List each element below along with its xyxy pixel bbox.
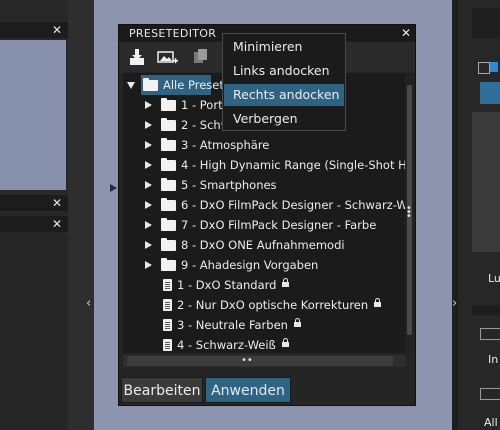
collapse-right-icon[interactable]: › [452, 296, 457, 311]
tree-preset-label: 2 - Nur DxO optische Korrekturen [177, 298, 369, 312]
horizontal-scroll-thumb[interactable] [127, 356, 393, 366]
folder-icon [161, 118, 176, 131]
new-preset-icon[interactable] [157, 49, 179, 67]
tree-preset-label: 3 - Neutrale Farben [177, 318, 288, 332]
tree-folder-row[interactable]: 8 - DxO ONE Aufnahmemodi [123, 235, 405, 255]
import-icon[interactable] [129, 48, 145, 66]
cursor-marker-icon [110, 184, 117, 192]
context-menu-item[interactable]: Verbergen [224, 108, 344, 130]
tree-folder-row[interactable]: 3 - Atmosphäre [123, 135, 405, 155]
tree-folder-row[interactable]: 4 - High Dynamic Range (Single-Shot HD [123, 155, 405, 175]
preset-file-icon [163, 339, 172, 351]
duplicate-icon[interactable] [193, 48, 209, 66]
color-swatch [490, 62, 498, 72]
expand-right-icon[interactable] [145, 241, 152, 249]
expand-right-icon[interactable] [145, 181, 152, 189]
close-icon[interactable]: ✕ [52, 22, 62, 38]
dialog-title: PRESETEDITOR [129, 27, 217, 40]
lock-icon [281, 338, 289, 347]
tree-folder-label: 7 - DxO FilmPack Designer - Farbe [181, 218, 377, 232]
right-label-lu: Lu [488, 272, 500, 285]
folder-icon [143, 78, 158, 91]
tree-folder-row[interactable]: 9 - Ahadesign Vorgaben [123, 255, 405, 275]
preset-file-icon [163, 319, 172, 331]
left-collapse-strip: ‹ [68, 0, 94, 430]
dock-context-menu: Minimieren Links andocken Rechts andocken V… [222, 33, 346, 131]
toggle-switch[interactable] [480, 328, 500, 340]
tree-preset-row[interactable]: 3 - Neutrale Farben [123, 315, 405, 335]
horizontal-grip-icon[interactable]: •• [241, 356, 253, 366]
expand-right-icon[interactable] [145, 161, 152, 169]
tree-folder-label: 4 - High Dynamic Range (Single-Shot HD [181, 158, 405, 172]
folder-icon [161, 238, 176, 251]
collapse-left-icon[interactable]: ‹ [86, 296, 91, 311]
folder-icon [161, 198, 176, 211]
tree-preset-row[interactable]: 4 - Schwarz-Weiß [123, 335, 405, 353]
expand-right-icon[interactable] [145, 121, 152, 129]
tree-folder-label: 3 - Atmosphäre [181, 138, 270, 152]
expand-right-icon[interactable] [145, 201, 152, 209]
folder-icon [161, 158, 176, 171]
expand-right-icon[interactable] [145, 141, 152, 149]
lock-icon [282, 278, 290, 287]
checkbox[interactable] [478, 62, 490, 74]
close-icon[interactable]: ✕ [52, 216, 62, 232]
lock-icon [374, 298, 382, 307]
folder-icon [161, 258, 176, 271]
left-panel: ✕ ✕ ✕ [0, 0, 68, 430]
expand-right-icon[interactable] [145, 101, 152, 109]
tree-folder-row[interactable]: 6 - DxO FilmPack Designer - Schwarz-Wei [123, 195, 405, 215]
preset-file-icon [163, 299, 172, 311]
blue-button[interactable] [480, 82, 500, 104]
right-panel-header [472, 8, 500, 38]
context-menu-item[interactable]: Links andocken [224, 60, 344, 82]
left-panel-bar-1: ✕ [0, 195, 68, 211]
left-panel-body [0, 236, 68, 430]
right-panel-preview [472, 112, 500, 252]
close-icon[interactable]: ✕ [52, 195, 62, 211]
tree-folder-label: 8 - DxO ONE Aufnahmemodi [181, 238, 345, 252]
right-label-all: All [484, 416, 498, 429]
tree-preset-row[interactable]: 1 - DxO Standard [123, 275, 405, 295]
tree-folder-label: 6 - DxO FilmPack Designer - Schwarz-Wei [181, 198, 405, 212]
preset-file-icon [163, 279, 172, 291]
tree-folder-label: 5 - Smartphones [181, 178, 277, 192]
tree-folder-row[interactable]: 7 - DxO FilmPack Designer - Farbe [123, 215, 405, 235]
left-panel-bar-2: ✕ [0, 216, 68, 232]
folder-icon [161, 218, 176, 231]
tree-preset-row[interactable]: 2 - Nur DxO optische Korrekturen [123, 295, 405, 315]
expand-down-icon[interactable] [127, 82, 135, 89]
right-divider [472, 305, 500, 315]
tree-folder-row[interactable]: 5 - Smartphones [123, 175, 405, 195]
right-label-in: In [488, 353, 499, 366]
expand-right-icon[interactable] [145, 261, 152, 269]
folder-icon [161, 178, 176, 191]
expand-right-icon[interactable] [145, 221, 152, 229]
apply-button[interactable]: Anwenden [205, 377, 291, 403]
tree-folder-label: 9 - Ahadesign Vorgaben [181, 258, 319, 272]
toggle-switch-2[interactable] [480, 388, 500, 400]
edit-button[interactable]: Bearbeiten [121, 377, 203, 403]
tree-preset-label: 4 - Schwarz-Weiß [177, 338, 276, 352]
context-menu-item[interactable]: Rechts andocken [224, 84, 344, 106]
vertical-grip-icon[interactable]: • • • [406, 204, 412, 222]
tree-root-label: Alle Presets [163, 78, 230, 92]
left-panel-header: ✕ [0, 22, 68, 38]
right-panel: Lu In All [458, 0, 500, 430]
folder-icon [161, 138, 176, 151]
dialog-close-icon[interactable]: ✕ [401, 25, 411, 42]
folder-icon [161, 98, 176, 111]
left-thumbnail [0, 40, 66, 190]
context-menu-item[interactable]: Minimieren [224, 36, 344, 58]
lock-icon [293, 318, 301, 327]
tree-preset-label: 1 - DxO Standard [177, 278, 277, 292]
